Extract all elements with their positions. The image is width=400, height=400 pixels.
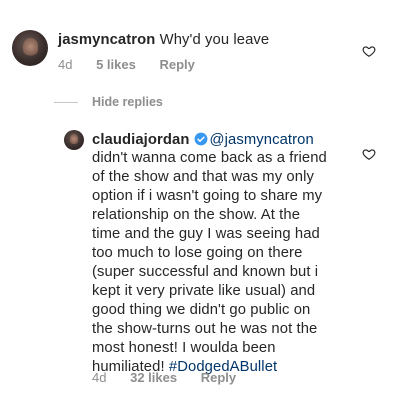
comment-2-likes[interactable]: 32 likes bbox=[130, 370, 177, 385]
comment-2-line-8: kept it very private like usual) and bbox=[92, 283, 316, 299]
verified-badge-icon bbox=[194, 132, 207, 146]
comment-1-body: jasmyncatron Why'd you leave bbox=[58, 31, 269, 49]
comment-2-username[interactable]: claudiajordan bbox=[92, 132, 190, 148]
heart-icon[interactable] bbox=[362, 147, 376, 161]
comment-1-meta: 4d 5 likes Reply bbox=[58, 57, 215, 72]
comment-1-reply-button[interactable]: Reply bbox=[159, 57, 194, 72]
comment-2-line-3: option if i wasn't going to share my bbox=[92, 188, 323, 204]
avatar-claudiajordan[interactable] bbox=[64, 130, 84, 150]
comment-2-meta: 4d 32 likes Reply bbox=[92, 370, 256, 385]
comment-2-line-9: good thing we didn't go public on bbox=[92, 302, 311, 318]
hide-replies-label: Hide replies bbox=[92, 95, 163, 109]
comment-1-username[interactable]: jasmyncatron bbox=[58, 32, 155, 48]
comment-2-line-11: most honest! I woulda been bbox=[92, 340, 276, 356]
comment-2-line-5: time and the guy I was seeing had bbox=[92, 226, 320, 242]
comment-1-time[interactable]: 4d bbox=[58, 57, 72, 72]
comment-2-line-6: too much to lose going on there bbox=[92, 245, 303, 261]
comment-1-likes[interactable]: 5 likes bbox=[96, 57, 136, 72]
comment-2-line-1: didn't wanna come back as a friend bbox=[92, 150, 327, 166]
heart-icon[interactable] bbox=[362, 44, 376, 58]
comment-2-line-7: (super successful and known but i bbox=[92, 264, 319, 280]
hide-replies-divider bbox=[54, 102, 78, 104]
avatar-jasmyncatron[interactable] bbox=[12, 30, 48, 66]
hide-replies-button[interactable]: Hide replies bbox=[54, 95, 163, 109]
comment-1-text: Why'd you leave bbox=[159, 32, 270, 48]
comment-2-time[interactable]: 4d bbox=[92, 370, 106, 385]
comment-2-line-10: the show-turns out he was not the bbox=[92, 321, 318, 337]
comment-2-line-2: of the show and that was my only bbox=[92, 169, 314, 185]
comment-2-mention[interactable]: @jasmyncatron bbox=[210, 132, 314, 148]
comment-2-reply-button[interactable]: Reply bbox=[201, 370, 236, 385]
comment-2-line-4: relationship on the show. At the bbox=[92, 207, 301, 223]
comment-2-header: claudiajordan @jasmyncatron bbox=[92, 131, 314, 149]
